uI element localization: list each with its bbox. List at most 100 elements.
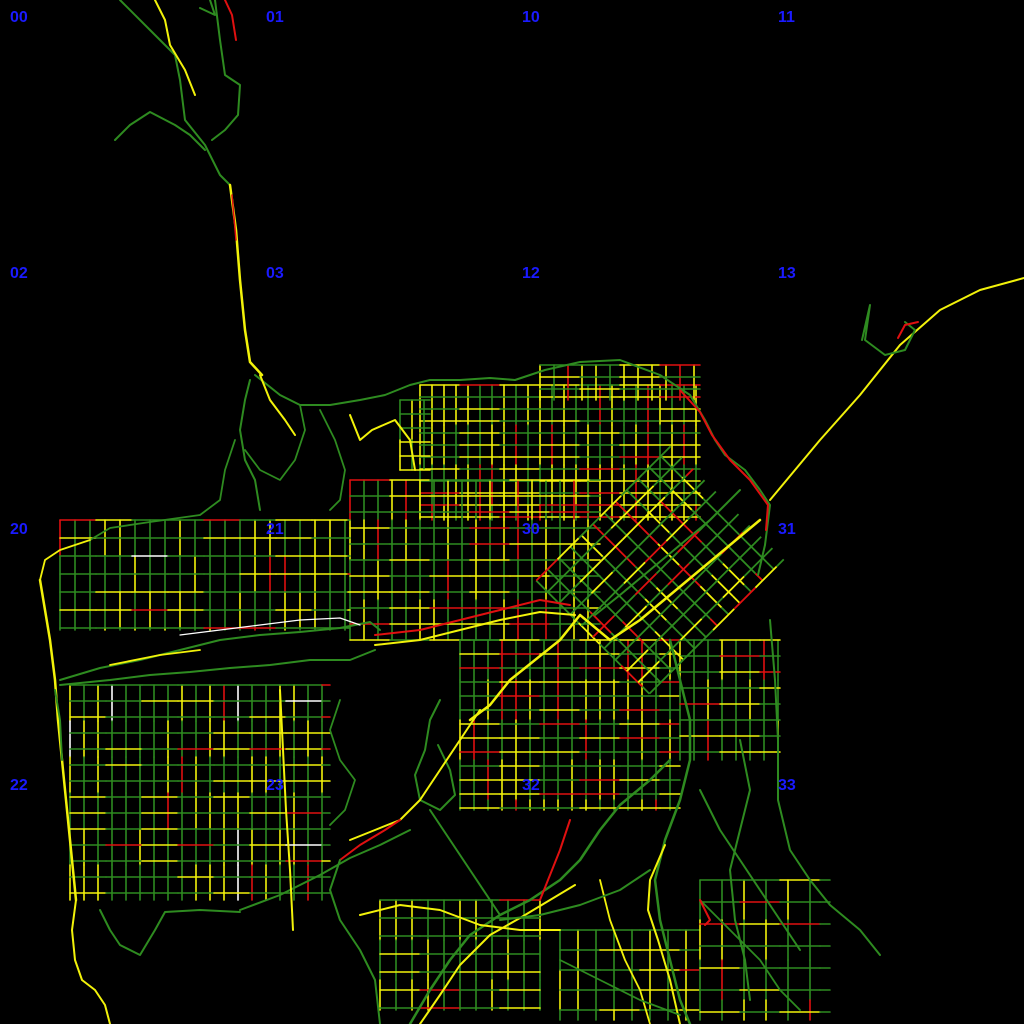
street-segment [658,499,682,522]
street-segment [764,547,774,556]
street-segment [753,536,762,545]
lincoln-blvd [89,439,236,541]
tile-label-13: 13 [778,265,796,282]
street-segment [776,558,785,568]
street-segment [722,575,745,599]
embarcadero [679,389,769,531]
street-segment [599,643,622,667]
street-segment [733,551,757,575]
tile-label-11: 11 [778,9,795,26]
street-segment [603,512,626,535]
street-segment [535,558,559,582]
street-segment [710,564,734,587]
street-segment [733,587,757,610]
tile-label-01: 01 [266,9,284,26]
street-segment [614,637,638,661]
tile-label-12: 12 [522,265,540,282]
street-segment [636,521,659,545]
alemany [499,869,651,921]
street-segment [677,608,700,631]
market-street [468,518,762,722]
presidio-road-3 [319,409,346,511]
street-segment [648,671,672,695]
clarendon [329,699,356,826]
street-segment [688,596,711,620]
tile-label-03: 03 [266,265,284,282]
street-segment [665,619,689,643]
street-segment [633,529,656,552]
street-segment [712,608,735,631]
street-segment [674,456,683,466]
street-segment [654,507,677,531]
street-segment [580,534,604,558]
marin-road [119,0,231,186]
street-segment [689,585,713,609]
junipero-serra [329,859,381,1024]
street-segment [662,445,672,454]
street-segment [698,629,707,638]
street-segment [723,519,747,542]
street-segment [699,553,723,576]
traffic-map[interactable]: 00 01 10 11 02 03 12 13 20 21 30 31 22 23 32 33 [0,0,1024,1024]
fell-street [374,599,571,636]
presidio-road [239,379,261,511]
jfk-drive [59,621,381,681]
tile-label-02: 02 [10,265,28,282]
park-road-yellow [109,649,201,666]
street-segment [546,570,570,593]
mission-south [539,819,571,901]
street-segment [743,584,752,593]
street-segment [631,653,655,676]
street-segment [641,686,651,695]
marin-road-3 [114,111,206,151]
marin-road-2 [154,0,196,96]
marin-road-4 [211,0,241,141]
tile-label-23: 23 [266,777,284,794]
marina-boulevard [254,359,771,576]
street-segment [730,513,740,522]
bay-bridge [769,277,1024,501]
street-grid [59,364,831,1021]
golden-gate-bridge [228,183,264,377]
street-segment [709,618,718,627]
street-segment [621,517,645,541]
street-segment [613,544,636,568]
street-segment [647,510,670,534]
street-segment [766,561,775,570]
treasure-island [861,304,916,356]
bayshore [599,879,651,1024]
tile-label-32: 32 [522,777,540,794]
tile-label-22: 22 [10,777,28,794]
street-segment [579,560,602,583]
skyline-blvd-2 [99,909,241,956]
street-segment [720,606,730,616]
tile-label-20: 20 [10,521,28,538]
street-segment [688,541,711,565]
tile-label-30: 30 [522,521,540,538]
us101 [653,638,692,1024]
street-segment [592,523,615,546]
marin-road-5 [224,0,237,41]
street-segment [678,564,701,587]
marin-road-6 [199,0,216,16]
street-segment [699,585,723,609]
street-segment [590,567,614,590]
road-network: 00 01 10 11 02 03 12 13 20 21 30 31 22 23 32 33 [10,0,1024,1024]
presidio-road-2 [244,404,306,481]
tile-label-10: 10 [522,9,540,26]
street-segment [669,488,693,511]
street-segment [643,496,666,520]
us101-south [699,789,801,951]
tile-label-33: 33 [778,777,796,794]
street-segment [599,495,622,518]
tile-label-21: 21 [266,521,284,538]
street-segment [546,568,570,592]
street-segment [708,490,717,500]
street-segment [624,533,648,556]
street-segment [722,562,745,586]
street-segment [732,595,741,604]
street-segment [710,574,734,597]
street-segment [579,578,602,602]
tile-label-00: 00 [10,9,28,26]
street-segment [665,519,689,542]
